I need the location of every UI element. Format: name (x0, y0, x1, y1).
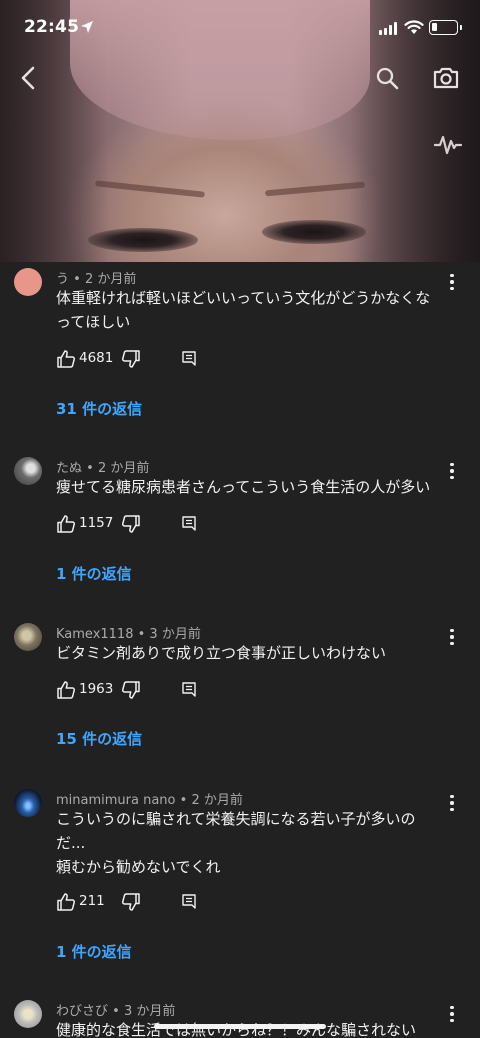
like-icon[interactable] (56, 349, 76, 369)
comment-age: 2 か月前 (191, 793, 243, 808)
comment-text: ビタミン剤ありで成り立つ食事が正しいわけない (56, 644, 387, 662)
comment-text: 痩せてる糖尿病患者さんってこういう食生活の人が多い (56, 478, 431, 496)
comment-author[interactable]: う (56, 272, 69, 287)
view-replies-button[interactable]: 31 件の返信 (56, 398, 142, 419)
like-count: 1963 (79, 681, 114, 697)
cellular-signal-icon (379, 22, 397, 35)
back-arrow-icon[interactable] (18, 66, 38, 90)
comment-meta: う • 2 か月前 (56, 272, 137, 287)
comments-panel: う • 2 か月前 体重軽ければ軽いほどいいっていう文化がどうかなくな ってほし… (0, 262, 480, 1038)
status-time: 22:45 (24, 17, 80, 37)
reply-icon[interactable] (181, 515, 197, 531)
like-count: 1157 (79, 515, 114, 531)
dislike-icon[interactable] (121, 349, 141, 369)
avatar[interactable] (14, 457, 42, 485)
comment-age: 3 か月前 (149, 627, 201, 642)
like-count: 4681 (79, 350, 114, 366)
reply-icon[interactable] (181, 893, 197, 909)
comment-age: 2 か月前 (84, 272, 137, 287)
avatar[interactable] (14, 1000, 42, 1028)
more-options-icon[interactable] (444, 627, 460, 647)
dislike-icon[interactable] (121, 892, 141, 912)
comment-text: こういうのに騙されて栄養失調になる若い子が多いの だ... 頼むから勧めないでく… (56, 810, 416, 876)
dislike-icon[interactable] (121, 514, 141, 534)
more-options-icon[interactable] (444, 793, 460, 813)
video-eye-right (262, 220, 366, 244)
status-bar: 22:45 (0, 0, 480, 56)
like-icon[interactable] (56, 892, 76, 912)
home-indicator[interactable] (154, 1024, 326, 1029)
reply-icon[interactable] (181, 350, 197, 366)
comment-meta: minamimura nano • 2 か月前 (56, 793, 243, 808)
avatar[interactable] (14, 268, 42, 296)
comment-author[interactable]: たぬ (56, 461, 82, 476)
video-eye-left (88, 228, 198, 252)
view-replies-button[interactable]: 1 件の返信 (56, 563, 132, 584)
video-brow-left (94, 180, 206, 198)
view-replies-button[interactable]: 15 件の返信 (56, 728, 142, 749)
avatar[interactable] (14, 789, 42, 817)
comment-meta: たぬ • 2 か月前 (56, 461, 150, 476)
comment-author[interactable]: minamimura nano (56, 793, 176, 808)
comment-author[interactable]: わびさび (56, 1004, 108, 1019)
search-icon[interactable] (375, 66, 399, 90)
comment-age: 2 か月前 (97, 461, 150, 476)
comment-meta: Kamex1118 • 3 か月前 (56, 627, 201, 642)
view-replies-button[interactable]: 1 件の返信 (56, 941, 132, 962)
more-options-icon[interactable] (444, 1004, 460, 1024)
location-arrow-icon (81, 21, 93, 33)
avatar[interactable] (14, 623, 42, 651)
like-icon[interactable] (56, 680, 76, 700)
like-icon[interactable] (56, 514, 76, 534)
more-options-icon[interactable] (444, 272, 460, 292)
dislike-icon[interactable] (121, 680, 141, 700)
comment-meta: わびさび • 3 か月前 (56, 1004, 176, 1019)
comment-text: 体重軽ければ軽いほどいいっていう文化がどうかなくな ってほしい (56, 289, 431, 331)
more-options-icon[interactable] (444, 461, 460, 481)
camera-icon[interactable] (432, 66, 460, 90)
reply-icon[interactable] (181, 681, 197, 697)
like-count: 211 (79, 893, 105, 909)
comment-author[interactable]: Kamex1118 (56, 627, 133, 642)
battery-icon (429, 20, 462, 35)
comment-age: 3 か月前 (123, 1004, 176, 1019)
waveform-icon[interactable] (434, 134, 462, 156)
wifi-icon (404, 20, 424, 34)
